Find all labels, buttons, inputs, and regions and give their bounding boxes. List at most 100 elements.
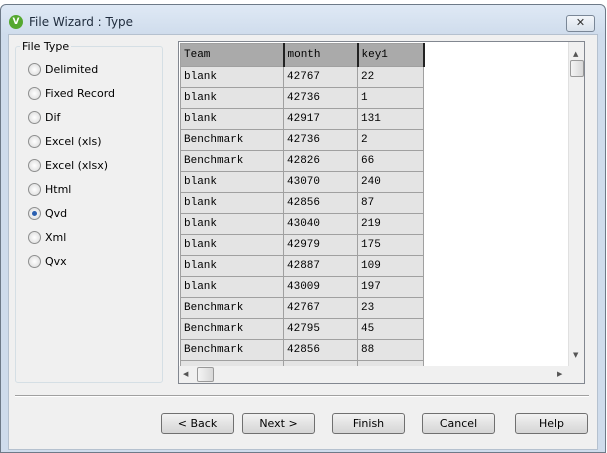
- table-cell: blank: [180, 234, 284, 256]
- table-row[interactable]: blank 42767 22: [180, 66, 424, 88]
- column-header-key1[interactable]: key1: [357, 43, 425, 67]
- table-cell: blank: [180, 276, 284, 298]
- table-cell: 42887: [283, 255, 358, 277]
- help-button[interactable]: Help: [515, 413, 588, 434]
- scroll-up-icon[interactable]: ▲: [573, 50, 578, 58]
- table-cell: 42979: [283, 234, 358, 256]
- radio-label: Qvx: [45, 255, 67, 268]
- scroll-down-icon[interactable]: ▼: [573, 351, 578, 359]
- radio-label: Xml: [45, 231, 67, 244]
- table-cell: 42826: [283, 150, 358, 172]
- finish-button[interactable]: Finish: [332, 413, 405, 434]
- table-cell: 219: [357, 213, 424, 235]
- radio-html[interactable]: Html: [28, 183, 71, 196]
- table-cell: 42856: [283, 339, 358, 361]
- table-row[interactable]: blank 42887 109: [180, 255, 424, 277]
- table-cell: 42767: [283, 297, 358, 319]
- close-button[interactable]: ✕: [566, 15, 595, 32]
- vertical-scrollbar[interactable]: ▲ ▼: [568, 42, 584, 366]
- table-cell: 43040: [283, 213, 358, 235]
- table-cell: Benchmark: [180, 318, 284, 340]
- table-cell: 240: [357, 171, 424, 193]
- cancel-button[interactable]: Cancel: [422, 413, 495, 434]
- table-cell: blank: [180, 108, 284, 130]
- table-cell: 22: [357, 66, 424, 88]
- table-row[interactable]: blank 43040 219: [180, 213, 424, 235]
- table-cell: 1: [357, 87, 424, 109]
- column-header-team[interactable]: Team: [180, 43, 285, 67]
- table-cell: blank: [180, 87, 284, 109]
- file-type-label: File Type: [20, 40, 72, 53]
- separator: [15, 395, 589, 397]
- table-cell: 45: [357, 318, 424, 340]
- table-cell: 42736: [283, 129, 358, 151]
- table-row[interactable]: Benchmark 42856 88: [180, 339, 424, 361]
- radio-label: Delimited: [45, 63, 99, 76]
- table-cell: 88: [357, 339, 424, 361]
- preview-table: Team month key1 blank 42767 22 blank 42736 1 bla…: [178, 41, 585, 384]
- vertical-scroll-thumb[interactable]: [570, 60, 584, 77]
- radio-label: Qvd: [45, 207, 68, 220]
- scroll-corner: [568, 366, 584, 383]
- table-cell: Benchmark: [180, 150, 284, 172]
- radio-excel-xls[interactable]: Excel (xls): [28, 135, 102, 148]
- radio-label: Fixed Record: [45, 87, 116, 100]
- next-button[interactable]: Next >: [242, 413, 315, 434]
- table-cell: blank: [180, 171, 284, 193]
- table-cell: 109: [357, 255, 424, 277]
- radio-label: Dif: [45, 111, 61, 124]
- radio-excel-xlsx[interactable]: Excel (xlsx): [28, 159, 108, 172]
- table-cell: blank: [180, 66, 284, 88]
- table-cell: 42856: [283, 192, 358, 214]
- window-title: File Wizard : Type: [29, 15, 134, 29]
- radio-button[interactable]: [28, 111, 41, 124]
- table-cell: 42767: [283, 66, 358, 88]
- radio-button[interactable]: [28, 63, 41, 76]
- radio-qvd[interactable]: Qvd: [28, 207, 67, 220]
- table-row[interactable]: blank 42856 87: [180, 192, 424, 214]
- radio-button[interactable]: [28, 255, 41, 268]
- horizontal-scrollbar[interactable]: ◀ ▶: [179, 366, 569, 383]
- radio-button[interactable]: [28, 207, 41, 220]
- radio-delimited[interactable]: Delimited: [28, 63, 98, 76]
- radio-dif[interactable]: Dif: [28, 111, 60, 124]
- table-row[interactable]: blank 43009 197: [180, 276, 424, 298]
- radio-button[interactable]: [28, 231, 41, 244]
- table-cell: 43009: [283, 276, 358, 298]
- scroll-left-icon[interactable]: ◀: [183, 370, 188, 378]
- table-cell: 43070: [283, 171, 358, 193]
- radio-qvx[interactable]: Qvx: [28, 255, 67, 268]
- radio-button[interactable]: [28, 159, 41, 172]
- table-cell: 131: [357, 108, 424, 130]
- radio-button[interactable]: [28, 135, 41, 148]
- table-cell: blank: [180, 213, 284, 235]
- scroll-right-icon[interactable]: ▶: [557, 370, 562, 378]
- table-cell: 23: [357, 297, 424, 319]
- horizontal-scroll-thumb[interactable]: [197, 367, 214, 382]
- table-cell: Benchmark: [180, 339, 284, 361]
- table-cell: blank: [180, 192, 284, 214]
- table-row[interactable]: blank 42917 131: [180, 108, 424, 130]
- radio-button[interactable]: [28, 183, 41, 196]
- table-cell: 66: [357, 150, 424, 172]
- column-header-month[interactable]: month: [283, 43, 359, 67]
- radio-fixed-record[interactable]: Fixed Record: [28, 87, 115, 100]
- radio-button[interactable]: [28, 87, 41, 100]
- table-row[interactable]: blank 42979 175: [180, 234, 424, 256]
- table-row[interactable]: Benchmark 42767 23: [180, 297, 424, 319]
- table-row[interactable]: Benchmark 42795 45: [180, 318, 424, 340]
- back-button[interactable]: < Back: [161, 413, 234, 434]
- table-cell: 42736: [283, 87, 358, 109]
- table-cell: 2: [357, 129, 424, 151]
- table-row[interactable]: blank 42736 1: [180, 87, 424, 109]
- table-row[interactable]: Benchmark 42736 2: [180, 129, 424, 151]
- table-cell: 42795: [283, 318, 358, 340]
- qlikview-logo-icon: V: [9, 15, 23, 29]
- table-cell: 175: [357, 234, 424, 256]
- radio-label: Excel (xlsx): [45, 159, 109, 172]
- table-row[interactable]: Benchmark 42826 66: [180, 150, 424, 172]
- table-cell: 197: [357, 276, 424, 298]
- table-row[interactable]: blank 43070 240: [180, 171, 424, 193]
- radio-xml[interactable]: Xml: [28, 231, 66, 244]
- radio-label: Html: [45, 183, 72, 196]
